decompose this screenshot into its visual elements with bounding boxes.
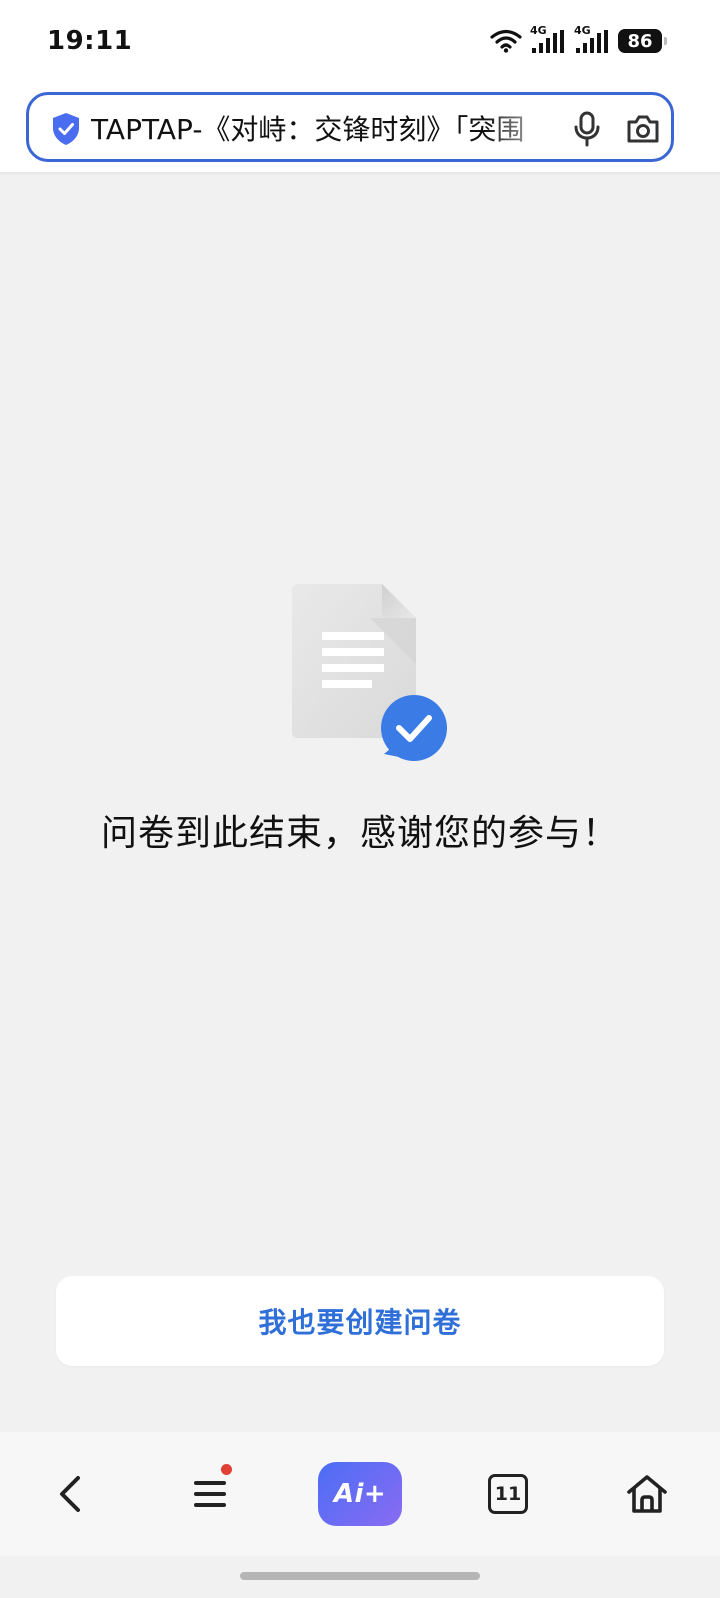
address-bar[interactable]: TAPTAP-《对峙：交锋时刻》「突围 [26, 92, 674, 162]
home-icon [627, 1475, 667, 1513]
signal-bars-icon [576, 30, 608, 53]
status-icons: 4G 4G 86 [490, 24, 667, 54]
notification-dot [221, 1464, 232, 1475]
battery-tip [664, 37, 667, 45]
camera-icon[interactable] [625, 113, 661, 145]
status-time: 19:11 [47, 26, 133, 56]
menu-button[interactable] [170, 1432, 250, 1556]
tabs-button[interactable]: 11 [468, 1432, 548, 1556]
browser-header: TAPTAP-《对峙：交锋时刻》「突围 [0, 86, 720, 172]
battery-level: 86 [627, 30, 653, 52]
wifi-icon [490, 29, 522, 53]
signal-1: 4G [530, 24, 566, 54]
ai-assistant-button[interactable]: Ai+ [318, 1432, 402, 1556]
shield-check-icon [53, 113, 79, 145]
survey-complete-page: 问卷到此结束，感谢您的参与！ 我也要创建问卷 [0, 172, 720, 1432]
back-arrow-icon [60, 1476, 80, 1512]
battery-indicator: 86 [618, 29, 667, 53]
status-bar: 19:11 4G 4G 86 [0, 0, 720, 86]
home-button[interactable] [605, 1432, 689, 1556]
create-survey-button[interactable]: 我也要创建问卷 [56, 1276, 664, 1366]
back-button[interactable] [30, 1432, 110, 1556]
tab-count: 11 [488, 1474, 528, 1514]
url-text[interactable]: TAPTAP-《对峙：交锋时刻》「突围 [91, 112, 561, 148]
microphone-icon[interactable] [572, 111, 602, 147]
survey-end-message: 问卷到此结束，感谢您的参与！ [100, 813, 619, 854]
signal-bars-icon [532, 30, 564, 53]
bottom-navigation: Ai+ 11 [0, 1432, 720, 1556]
menu-icon [194, 1481, 226, 1507]
ai-badge: Ai+ [318, 1462, 402, 1526]
signal-2: 4G [574, 24, 610, 54]
document-check-illustration [292, 584, 447, 761]
home-indicator[interactable] [240, 1572, 480, 1580]
